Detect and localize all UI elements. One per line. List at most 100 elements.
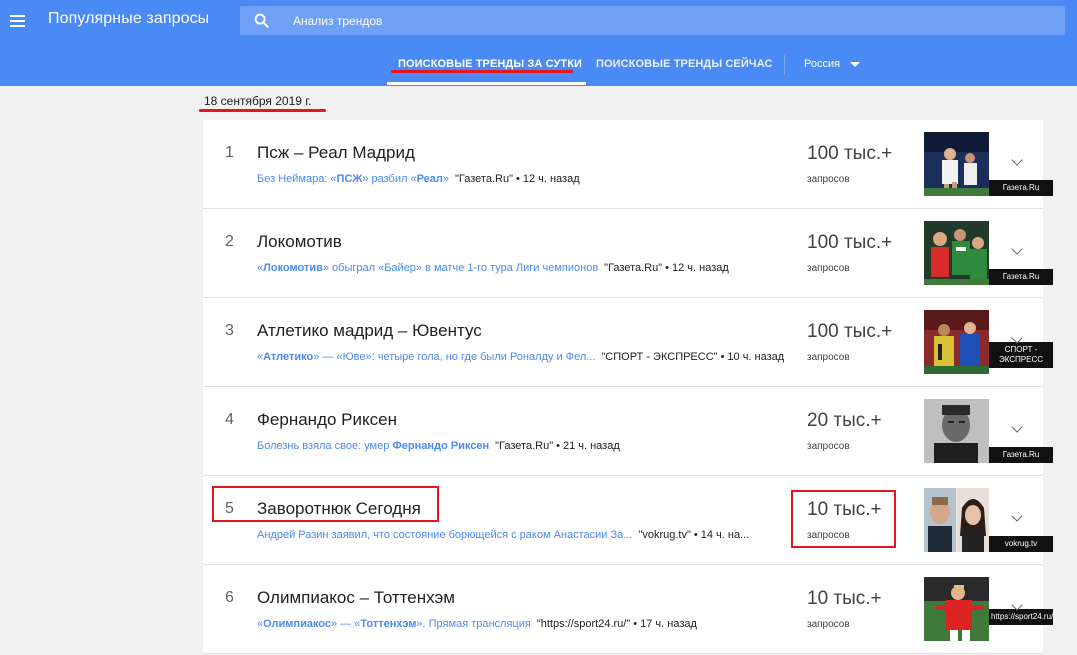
trend-rank: 4 [225,411,234,428]
date-heading: 18 сентября 2019 г. [204,94,312,108]
article-headline-link[interactable]: Андрей Разин заявил, что состояние борющ… [257,529,632,541]
trend-row[interactable]: 5 Заворотнюк Сегодня Андрей Разин заявил, … [203,476,1053,565]
article-source: "Газета.Ru" [455,173,513,185]
players-photo-icon[interactable] [924,310,989,374]
thumbnail-source-caption: Газета.Ru [989,447,1053,463]
annotation-box-title [212,486,439,522]
expand-chevron-icon[interactable] [1011,243,1023,255]
expand-chevron-icon[interactable] [1011,510,1023,522]
trend-title[interactable]: Олимпиакос – Тоттенхэм [257,588,455,608]
trend-title[interactable]: Псж – Реал Мадрид [257,143,415,163]
search-volume-label: запросов [807,263,850,274]
two-people-photo-icon[interactable] [924,488,989,552]
app-bar: Популярные запросы ПОИСКОВЫЕ ТРЕНДЫ ЗА С… [0,0,1077,86]
separator-dot: • [720,351,725,363]
headline-text: » [442,173,450,185]
search-box[interactable] [240,6,1065,35]
football-photo-icon[interactable] [924,132,989,196]
article-time: 21 ч. назад [562,440,620,452]
portrait-photo-icon[interactable] [924,399,989,463]
divider [784,55,785,75]
headline-text: Андрей Разин заявил, что состояние борющ… [257,529,633,541]
article-headline-link[interactable]: «Атлетико» — «Юве»: четыре гола, но где … [257,351,595,363]
tab-daily-trends[interactable]: ПОИСКОВЫЕ ТРЕНДЫ ЗА СУТКИ [398,58,582,70]
headline-text: ». Прямая трансляция [416,618,531,630]
active-tab-indicator [387,82,586,85]
article-source: "https://sport24.ru/" [536,618,631,630]
trend-rank: 2 [225,233,234,250]
headline-text: » — «Юве»: четыре гола, но где были Рона… [313,351,596,363]
app-title: Популярные запросы [48,10,210,27]
thumbnail-source-caption: Газета.Ru [989,180,1053,196]
separator-dot: • [633,618,638,630]
thumbnail-source-caption: vokrug.tv [989,536,1053,552]
search-volume: 20 тыс.+ [807,410,882,431]
search-volume-label: запросов [807,352,850,363]
trend-row[interactable]: 3 Атлетико мадрид – Ювентус «Атлетико» — «… [203,298,1053,387]
search-input[interactable] [293,11,1033,30]
headline-text: » — « [331,618,361,630]
article-time: 10 ч. назад [727,351,785,363]
search-volume: 10 тыс.+ [807,588,882,609]
trend-rank: 3 [225,322,234,339]
headline-keyword: Локомотив [263,262,323,274]
separator-dot: • [665,262,669,274]
expand-chevron-icon[interactable] [1011,421,1023,433]
headline-keyword: ПСЖ [336,173,363,185]
article-headline-link[interactable]: Без Неймара: «ПСЖ» разбил «Реал» [257,173,449,185]
headline-text: » обыграл «Байер» в матче 1-го тура Лиги… [322,262,599,274]
search-volume-label: запросов [807,619,850,630]
headline-keyword: Реал [416,173,443,185]
article-time: 17 ч. назад [640,618,697,630]
search-volume: 100 тыс.+ [807,232,893,253]
annotation-underline-date [199,109,326,112]
article-time: 14 ч. на... [700,529,750,541]
separator-dot: • [556,440,560,452]
annotation-box-volume [791,490,896,548]
trend-article-meta: «Атлетико» — «Юве»: четыре гола, но где … [257,351,784,363]
thumbnail-source-caption: СПОРТ - ЭКСПРЕСС [989,342,1053,368]
headline-keyword: Фернандо Риксен [392,440,490,452]
trend-row[interactable]: 4 Фернандо Риксен Болезнь взяла свое: умер… [203,387,1053,476]
article-time: 12 ч. назад [672,262,729,274]
trend-row[interactable]: 6 Олимпиакос – Тоттенхэм «Олимпиакос» — «Т… [203,565,1053,654]
article-source: "Газета.Ru" [604,262,663,274]
tab-realtime-trends[interactable]: ПОИСКОВЫЕ ТРЕНДЫ СЕЙЧАС [596,58,773,70]
trend-row[interactable]: 2 Локомотив «Локомотив» обыграл «Байер» в … [203,209,1053,298]
headline-keyword: Атлетико [263,351,314,363]
search-volume: 100 тыс.+ [807,143,893,164]
thumbnail-source-caption: https://sport24.ru/ [989,609,1053,625]
region-select[interactable]: Россия [804,58,840,70]
article-headline-link[interactable]: «Олимпиакос» — «Тоттенхэм». Прямая транс… [257,618,531,630]
separator-dot: • [515,173,520,185]
trend-title[interactable]: Атлетико мадрид – Ювентус [257,321,482,341]
team-celebration-photo-icon[interactable] [924,221,989,285]
trend-row[interactable]: 1 Псж – Реал Мадрид Без Неймара: «ПСЖ» раз… [203,120,1053,209]
article-source: "СПОРТ - ЭКСПРЕСС" [601,351,718,363]
article-source: "Газета.Ru" [495,440,554,452]
headline-text: Болезнь взяла свое: умер [257,440,393,452]
search-volume-label: запросов [807,441,850,452]
chevron-down-icon[interactable] [850,62,860,67]
trend-rank: 1 [225,144,234,161]
article-headline-link[interactable]: «Локомотив» обыграл «Байер» в матче 1-го… [257,262,598,274]
trend-title[interactable]: Локомотив [257,232,342,252]
article-headline-link[interactable]: Болезнь взяла свое: умер Фернандо Риксен [257,440,489,452]
article-source: "vokrug.tv" [638,529,691,541]
annotation-underline-tab [391,70,573,73]
trend-article-meta: Андрей Разин заявил, что состояние борющ… [257,529,749,541]
expand-chevron-icon[interactable] [1011,154,1023,166]
thumbnail-source-caption: Газета.Ru [989,269,1053,285]
trend-title[interactable]: Фернандо Риксен [257,410,397,430]
headline-text: Без Неймара: « [257,173,337,185]
trend-rank: 6 [225,589,234,606]
menu-icon[interactable] [10,12,26,28]
headline-text: » разбил « [362,173,417,185]
player-red-kit-photo-icon[interactable] [924,577,989,641]
separator-dot: • [693,529,698,541]
search-volume: 100 тыс.+ [807,321,893,342]
trends-list: 1 Псж – Реал Мадрид Без Неймара: «ПСЖ» раз… [203,120,1053,654]
trend-article-meta: «Локомотив» обыграл «Байер» в матче 1-го… [257,262,729,274]
search-volume-label: запросов [807,174,850,185]
trend-article-meta: Без Неймара: «ПСЖ» разбил «Реал» "Газета.… [257,173,580,185]
